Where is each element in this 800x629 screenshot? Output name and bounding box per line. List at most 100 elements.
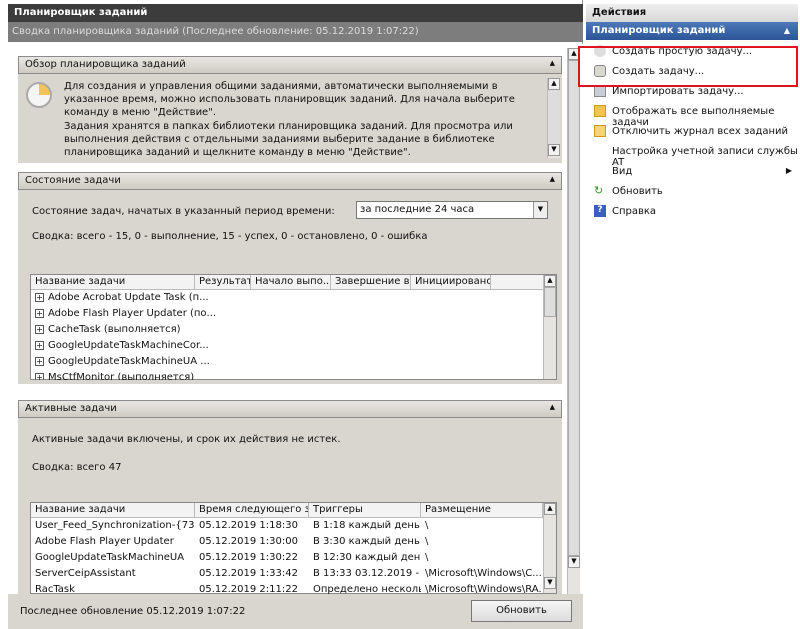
active-table-scrollbar[interactable]: ▲ ▼ [543, 503, 556, 593]
cell: Adobe Flash Player Updater [35, 536, 174, 547]
status-table-scrollbar[interactable]: ▲ [543, 275, 556, 379]
summary-pane: Планировщик заданий Сводка планировщика … [0, 0, 583, 629]
active-table: Название задачи Время следующего зап... … [30, 502, 557, 595]
column-header[interactable]: Завершение в... [331, 275, 411, 289]
column-header[interactable]: Название задачи [31, 275, 195, 289]
column-header[interactable]: Размещение [421, 503, 543, 517]
overview-scrollbar[interactable]: ▲ ▼ [547, 78, 560, 158]
action-help[interactable]: ? Справка [586, 202, 798, 222]
task-name: Adobe Flash Player Updater (по... [48, 308, 217, 319]
column-header[interactable]: Триггеры [309, 503, 421, 517]
action-at-account[interactable]: Настройка учетной записи службы AT [586, 142, 798, 168]
task-name: MsCtfMonitor (выполняется) [48, 372, 195, 380]
cell: 05.12.2019 1:33:42 [199, 568, 298, 579]
action-show-running[interactable]: Отображать все выполняемые задачи [586, 102, 798, 128]
action-label: Вид [612, 166, 633, 177]
active-title: Активные задачи [25, 403, 117, 414]
task-name: Adobe Acrobat Update Task (п... [48, 292, 209, 303]
action-refresh[interactable]: ↻ Обновить [586, 182, 798, 202]
cell: \ [425, 536, 429, 547]
content-scrollbar[interactable]: ▲ ▼ [567, 48, 580, 594]
active-info: Активные задачи включены, и срок их дейс… [32, 434, 341, 445]
overview-header[interactable]: Обзор планировщика заданий ▲ [18, 56, 562, 74]
folder-icon [594, 125, 606, 137]
actions-pane: Действия Планировщик заданий ▲ Создать пр… [584, 0, 800, 629]
collapse-icon[interactable]: ▲ [550, 403, 555, 411]
footer-bar: Последнее обновление 05.12.2019 1:07:22 … [8, 594, 583, 629]
submenu-arrow-icon: ▶ [785, 166, 792, 175]
status-table: Название задачи Результат... Начало выпо… [30, 274, 557, 380]
column-header[interactable]: Время следующего зап... [195, 503, 309, 517]
table-row[interactable]: + Adobe Acrobat Update Task (п... [31, 290, 556, 306]
task-name: GoogleUpdateTaskMachineCor... [48, 340, 209, 351]
active-body: Активные задачи включены, и срок их дейс… [18, 418, 562, 595]
expand-icon[interactable]: + [35, 293, 44, 302]
cell: User_Feed_Synchronization-{73298... [35, 520, 195, 531]
overview-text-1: Для создания и управления общими задания… [64, 81, 515, 118]
action-disable-history[interactable]: Отключить журнал всех заданий [586, 122, 798, 142]
expand-icon[interactable]: + [35, 341, 44, 350]
table-header: Название задачи Результат... Начало выпо… [31, 275, 556, 290]
table-header: Название задачи Время следующего зап... … [31, 503, 556, 518]
highlight-frame [578, 46, 798, 87]
collapse-icon[interactable]: ▲ [784, 26, 790, 35]
active-header[interactable]: Активные задачи ▲ [18, 400, 562, 418]
action-label: Справка [612, 206, 657, 217]
chevron-down-icon: ▼ [533, 202, 547, 218]
column-header[interactable]: Результат... [195, 275, 251, 289]
cell: В 12:30 каждый день - ... [313, 552, 421, 563]
expand-icon[interactable]: + [35, 309, 44, 318]
summary-content: Обзор планировщика заданий ▲ Для создания… [8, 44, 583, 595]
collapse-icon[interactable]: ▲ [550, 59, 555, 67]
cell: 05.12.2019 1:30:22 [199, 552, 298, 563]
actions-group-header[interactable]: Планировщик заданий ▲ [586, 22, 798, 40]
period-value: за последние 24 часа [360, 204, 475, 215]
collapse-icon[interactable]: ▲ [550, 175, 555, 183]
cell: \Microsoft\Windows\C... [425, 568, 541, 579]
task-name: CacheTask (выполняется) [48, 324, 181, 335]
status-summary: Сводка: всего - 15, 0 - выполнение, 15 -… [32, 231, 428, 242]
status-title: Состояние задачи [25, 175, 121, 186]
cell: GoogleUpdateTaskMachineUA [35, 552, 185, 563]
table-row[interactable]: + CacheTask (выполняется) [31, 322, 556, 338]
column-header[interactable]: Инициировано [411, 275, 491, 289]
action-label: Отключить журнал всех заданий [612, 126, 789, 137]
expand-icon[interactable]: + [35, 373, 44, 380]
action-label: Импортировать задачу... [612, 86, 744, 97]
refresh-button[interactable]: Обновить [471, 600, 572, 622]
period-select[interactable]: за последние 24 часа ▼ [356, 201, 548, 219]
actions-group-title: Планировщик заданий [592, 25, 726, 36]
table-row[interactable]: + Adobe Flash Player Updater (по... [31, 306, 556, 322]
cell: В 1:18 каждый день - С... [313, 520, 421, 531]
expand-icon[interactable]: + [35, 325, 44, 334]
status-header[interactable]: Состояние задачи ▲ [18, 172, 562, 190]
cell: В 3:30 каждый день - Ч... [313, 536, 421, 547]
help-icon: ? [594, 205, 606, 217]
overview-title: Обзор планировщика заданий [25, 59, 186, 70]
cell: \ [425, 520, 429, 531]
active-summary: Сводка: всего 47 [32, 462, 122, 473]
table-row[interactable]: + MsCtfMonitor (выполняется) [31, 370, 556, 380]
cell: 05.12.2019 1:18:30 [199, 520, 298, 531]
table-row[interactable]: + GoogleUpdateTaskMachineUA ... [31, 354, 556, 370]
period-label: Состояние задач, начатых в указанный пер… [32, 206, 335, 217]
actions-title: Действия [586, 4, 798, 22]
table-row[interactable]: ServerCeipAssistant 05.12.2019 1:33:42 В 1… [31, 566, 556, 582]
table-row[interactable]: + GoogleUpdateTaskMachineCor... [31, 338, 556, 354]
cell: \ [425, 552, 429, 563]
task-name: GoogleUpdateTaskMachineUA ... [48, 356, 210, 367]
table-row[interactable]: User_Feed_Synchronization-{73298... 05.12… [31, 518, 556, 534]
action-view[interactable]: Вид ▶ [586, 162, 798, 182]
action-label: Обновить [612, 186, 663, 197]
last-update-text: Последнее обновление 05.12.2019 1:07:22 [20, 606, 246, 617]
table-row[interactable]: Adobe Flash Player Updater 05.12.2019 1:3… [31, 534, 556, 550]
pane-title: Планировщик заданий [8, 4, 583, 22]
cell: В 13:33 03.12.2019 - Час... [313, 568, 421, 579]
folder-running-icon [594, 105, 606, 117]
table-row[interactable]: GoogleUpdateTaskMachineUA 05.12.2019 1:30… [31, 550, 556, 566]
column-header[interactable]: Начало выпо... [251, 275, 331, 289]
cell: 05.12.2019 1:30:00 [199, 536, 298, 547]
expand-icon[interactable]: + [35, 357, 44, 366]
column-header[interactable]: Название задачи [31, 503, 195, 517]
clock-icon [26, 82, 52, 108]
